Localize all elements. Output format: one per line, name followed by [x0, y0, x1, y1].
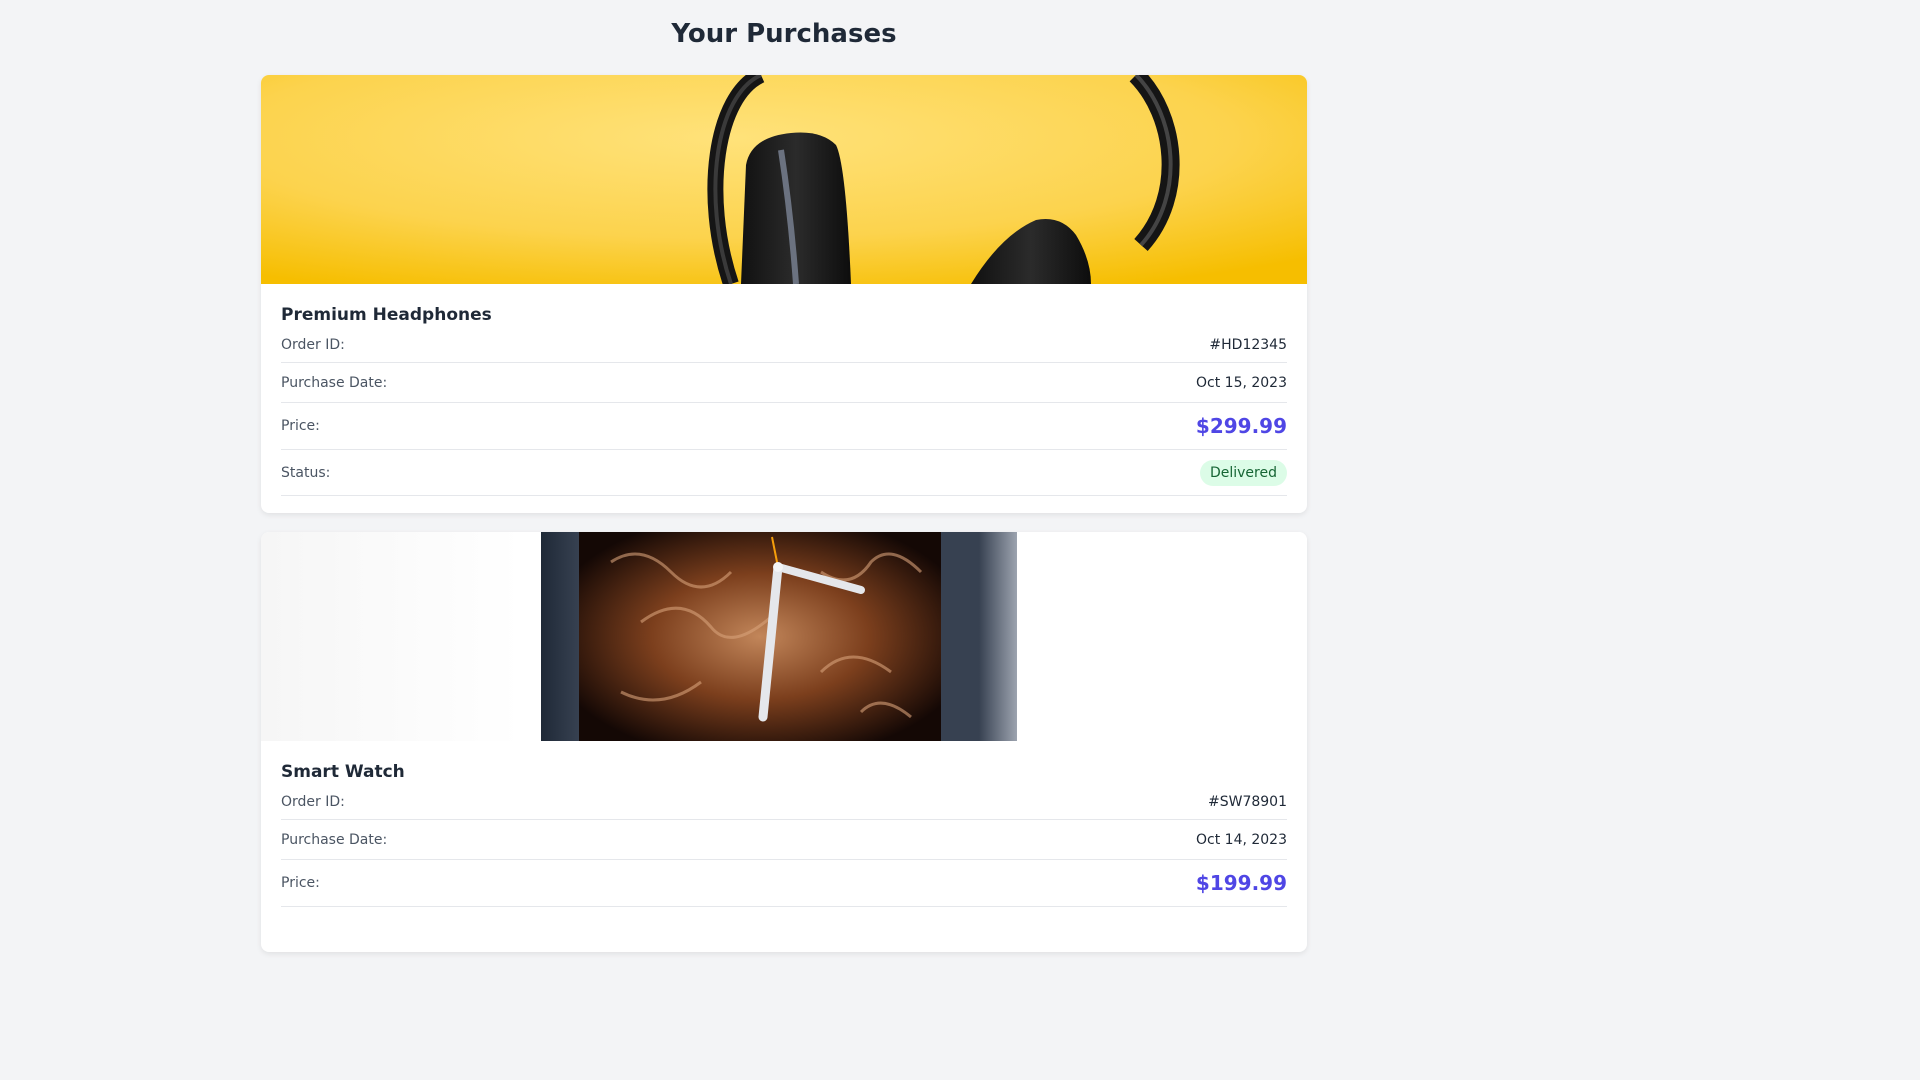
price-label: Price: [281, 418, 320, 434]
purchase-date-value: Oct 14, 2023 [1196, 831, 1287, 848]
purchase-card: Premium Headphones Order ID: #HD12345 Pu… [261, 75, 1307, 513]
purchase-date-row: Purchase Date: Oct 15, 2023 [281, 363, 1287, 403]
order-id-value: #SW78901 [1208, 793, 1287, 810]
purchase-date-row: Purchase Date: Oct 14, 2023 [281, 820, 1287, 860]
price-value: $299.99 [1195, 414, 1287, 438]
purchase-date-value: Oct 15, 2023 [1196, 374, 1287, 391]
order-id-label: Order ID: [281, 793, 345, 810]
product-image-headphones [261, 75, 1307, 284]
order-id-value: #HD12345 [1209, 336, 1287, 353]
product-image-smartwatch [261, 532, 1307, 741]
price-value: $199.99 [1195, 871, 1287, 895]
order-id-row: Order ID: #SW78901 [281, 786, 1287, 820]
order-id-row: Order ID: #HD12345 [281, 329, 1287, 363]
price-label: Price: [281, 875, 320, 891]
purchase-card: Smart Watch Order ID: #SW78901 Purchase … [261, 532, 1307, 952]
product-name: Smart Watch [281, 762, 405, 782]
purchase-date-label: Purchase Date: [281, 831, 388, 848]
price-row: Price: $299.99 [281, 403, 1287, 450]
price-row: Price: $199.99 [281, 860, 1287, 907]
order-id-label: Order ID: [281, 336, 345, 353]
product-name: Premium Headphones [281, 305, 492, 325]
page-title: Your Purchases [671, 19, 897, 49]
status-badge: Delivered [1199, 459, 1287, 486]
status-row: Status: Delivered [281, 450, 1287, 496]
purchase-date-label: Purchase Date: [281, 374, 388, 391]
status-label: Status: [281, 464, 331, 481]
